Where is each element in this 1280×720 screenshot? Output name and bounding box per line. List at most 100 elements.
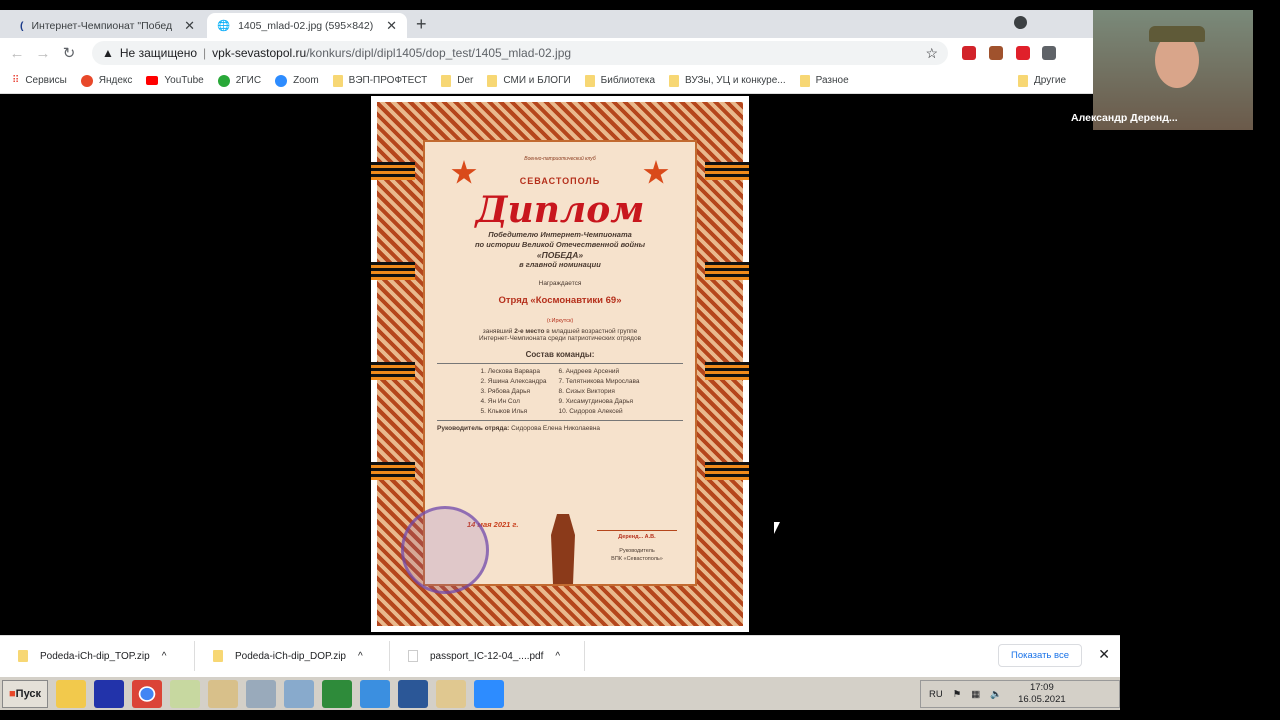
folder-icon <box>1018 74 1028 87</box>
extension-icon[interactable] <box>962 46 976 60</box>
address-bar-row: ← → ↻ ▲ Не защищено | vpk-sevastopol.ru/k… <box>0 38 1120 68</box>
close-tab-icon[interactable]: ✕ <box>184 18 195 34</box>
bookmark-folder[interactable]: Разное <box>799 74 849 87</box>
warning-icon: ▲ <box>102 46 114 60</box>
diploma-body: Военно-патриотический клуб СЕВАСТОПОЛЬ Д… <box>401 140 697 594</box>
site-icon: ( <box>20 19 24 32</box>
other-bookmarks[interactable]: Другие <box>1018 74 1066 87</box>
team-roster: 1. Лескова Варвара 2. Яшина Александра 3. … <box>437 363 683 421</box>
st-george-ribbon <box>705 162 749 180</box>
bookmark-folder[interactable]: ВУЗы, УЦ и конкуре... <box>669 74 786 87</box>
chevron-up-icon[interactable]: ^ <box>358 651 363 662</box>
download-bar: Podeda-iCh-dip_TOP.zip ^ Podeda-iCh-dip_D… <box>0 635 1120 676</box>
clock[interactable]: 17:09 16.05.2021 <box>1018 682 1066 706</box>
seal-stamp <box>401 506 489 594</box>
mouse-cursor <box>774 522 780 534</box>
youtube-icon <box>146 76 159 85</box>
chevron-up-icon[interactable]: ^ <box>162 651 167 662</box>
word-icon[interactable] <box>398 679 429 708</box>
globe-icon: 🌐 <box>217 20 231 32</box>
zip-file-icon <box>18 650 28 662</box>
notepad-icon[interactable] <box>284 679 315 708</box>
outlook-icon[interactable] <box>436 679 467 708</box>
floppy-icon[interactable] <box>94 679 125 708</box>
download-item[interactable]: Podeda-iCh-dip_TOP.zip ^ <box>0 641 195 671</box>
st-george-ribbon <box>705 462 749 480</box>
tab-championship[interactable]: (Интернет-Чемпионат "Победа!" (1✕ <box>10 13 205 38</box>
participant-name: Александр Деренд... <box>1071 112 1178 124</box>
pdf-file-icon <box>408 650 418 662</box>
close-tab-icon[interactable]: ✕ <box>386 18 397 34</box>
bookmark-services[interactable]: ⠿ Сервисы <box>12 75 67 86</box>
internet-explorer-icon[interactable] <box>360 679 391 708</box>
taskbar: ■ Пуск RU ⚑ ▦ 🔈 17:09 16.05.2021 <box>0 676 1120 710</box>
video-call-tile[interactable]: Александр Деренд... <box>1071 10 1253 130</box>
download-item[interactable]: passport_IC-12-04_....pdf ^ <box>390 641 585 671</box>
bookmark-zoom[interactable]: Zoom <box>275 74 319 87</box>
st-george-ribbon <box>705 362 749 380</box>
extension-icon[interactable] <box>989 46 1003 60</box>
close-download-bar-icon[interactable]: ✕ <box>1098 646 1110 663</box>
yandex-icon <box>80 74 93 87</box>
browser-window: (Интернет-Чемпионат "Победа!" (1✕ 🌐1405_… <box>0 10 1120 676</box>
show-all-downloads-button[interactable]: Показать все <box>998 644 1082 667</box>
forward-icon[interactable]: → <box>30 45 56 62</box>
diploma-title: Диплом <box>475 189 645 231</box>
signature-block: Деренд... А.В. Руководитель ВПК «Севасто… <box>597 530 677 563</box>
bookmark-yandex[interactable]: Яндекс <box>80 74 132 87</box>
calculator-icon[interactable] <box>246 679 277 708</box>
soldier-monument-icon <box>551 514 575 584</box>
st-george-ribbon <box>705 262 749 280</box>
apps-grid-icon: ⠿ <box>12 75 20 86</box>
new-tab-button[interactable]: + <box>416 14 427 35</box>
ornament-frame: Военно-патриотический клуб СЕВАСТОПОЛЬ Д… <box>371 102 749 626</box>
image-viewer: Военно-патриотический клуб СЕВАСТОПОЛЬ Д… <box>0 96 1120 632</box>
zip-file-icon <box>213 650 223 662</box>
folder-icon <box>669 74 680 87</box>
language-indicator[interactable]: RU <box>929 689 943 700</box>
flag-icon[interactable]: ⚑ <box>953 689 962 700</box>
windows-logo-icon: ■ <box>9 687 16 700</box>
chevron-up-icon[interactable]: ^ <box>555 651 560 662</box>
folder-icon <box>487 74 498 87</box>
st-george-ribbon <box>371 462 415 480</box>
volume-icon[interactable]: 🔈 <box>990 689 1002 700</box>
zoom-app-icon[interactable] <box>474 679 505 708</box>
folder-icon <box>441 74 452 87</box>
excel-icon[interactable] <box>322 679 353 708</box>
diploma-image[interactable]: Военно-патриотический клуб СЕВАСТОПОЛЬ Д… <box>371 96 749 632</box>
network-icon[interactable]: ▦ <box>971 689 980 700</box>
folder-icon <box>584 74 595 87</box>
bookmark-folder[interactable]: Библиотека <box>584 74 655 87</box>
st-george-ribbon <box>371 262 415 280</box>
reload-icon[interactable]: ↻ <box>56 44 82 62</box>
system-tray: RU ⚑ ▦ 🔈 17:09 16.05.2021 <box>920 680 1120 708</box>
address-input[interactable]: ▲ Не защищено | vpk-sevastopol.ru/konkurs… <box>92 41 948 65</box>
bookmarks-bar: ⠿ Сервисы Яндекс YouTube 2ГИС Zoom ВЭП-ПР… <box>0 68 1120 94</box>
st-george-ribbon <box>371 362 415 380</box>
explorer-icon[interactable] <box>56 679 87 708</box>
back-icon[interactable]: ← <box>4 45 30 62</box>
bookmark-folder[interactable]: ВЭП-ПРОФТЕСТ <box>332 74 427 87</box>
tab-search-icon[interactable] <box>1014 16 1027 29</box>
extension-icon[interactable] <box>1016 46 1030 60</box>
mail-icon[interactable] <box>170 679 201 708</box>
zoom-icon <box>275 74 288 87</box>
paint-icon[interactable] <box>208 679 239 708</box>
bookmark-folder[interactable]: Der <box>441 74 473 87</box>
2gis-icon <box>217 74 230 87</box>
bookmark-folder[interactable]: СМИ и БЛОГИ <box>487 74 571 87</box>
folder-icon <box>799 74 810 87</box>
download-item[interactable]: Podeda-iCh-dip_DOP.zip ^ <box>195 641 390 671</box>
st-george-ribbon <box>371 162 415 180</box>
start-button[interactable]: ■ Пуск <box>2 679 49 708</box>
chrome-icon[interactable] <box>132 679 163 708</box>
puzzle-icon[interactable] <box>1042 46 1056 60</box>
cap <box>1149 26 1205 42</box>
tab-diploma-image[interactable]: 🌐 1405_mlad-02.jpg (595×842) ✕ <box>207 13 407 38</box>
bookmark-2gis[interactable]: 2ГИС <box>217 74 261 87</box>
folder-icon <box>332 74 343 87</box>
bookmark-star-icon[interactable]: ☆ <box>925 45 938 62</box>
bookmark-youtube[interactable]: YouTube <box>146 75 204 86</box>
tab-bar: (Интернет-Чемпионат "Победа!" (1✕ 🌐1405_… <box>0 10 1120 38</box>
